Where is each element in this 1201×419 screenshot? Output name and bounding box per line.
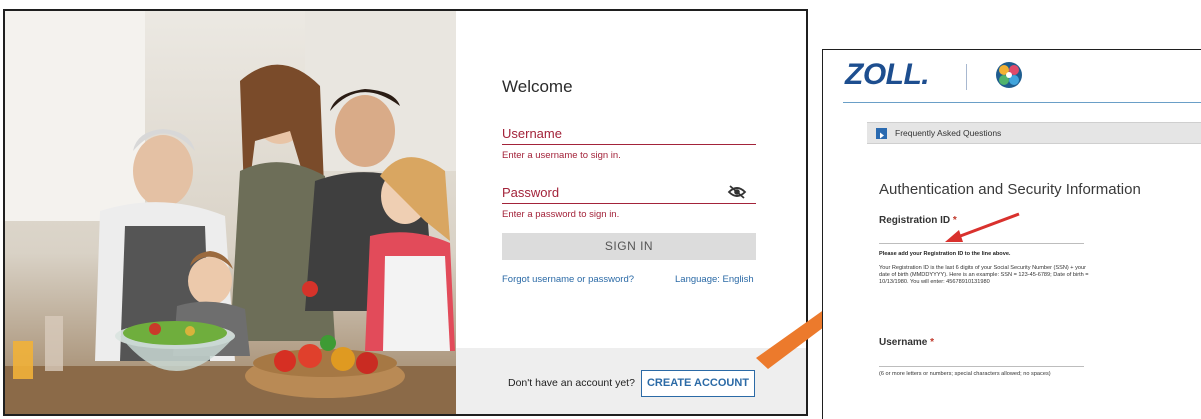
username-field[interactable]: Username <box>502 126 562 141</box>
language-link[interactable]: Language: English <box>675 274 754 285</box>
username-underline <box>502 144 756 145</box>
globe-logo-icon <box>994 60 1024 90</box>
faq-label[interactable]: Frequently Asked Questions <box>895 128 1001 138</box>
family-cooking-photo <box>5 11 456 414</box>
red-arrow <box>941 208 1026 248</box>
expand-icon[interactable] <box>876 128 887 139</box>
forgot-credentials-link[interactable]: Forgot username or password? <box>502 274 634 285</box>
username-help: (6 or more letters or numbers; special c… <box>879 371 1051 377</box>
zoll-logo: ZOLL. <box>845 58 930 91</box>
sign-in-button[interactable]: SIGN IN <box>502 233 756 260</box>
username-input[interactable] <box>879 366 1084 367</box>
registration-id-input[interactable] <box>879 243 1084 244</box>
footer-prompt: Don't have an account yet? <box>508 377 635 389</box>
username-label: Username * <box>879 337 935 348</box>
registration-id-note: Please add your Registration ID to the l… <box>879 251 1011 257</box>
create-account-button[interactable]: CREATE ACCOUNT <box>641 370 755 397</box>
faq-accordion[interactable]: Frequently Asked Questions <box>867 122 1201 144</box>
registration-screen: ZOLL. Frequently Asked Questions Authent… <box>822 49 1201 419</box>
username-error: Enter a username to sign in. <box>502 150 621 161</box>
welcome-heading: Welcome <box>502 77 573 96</box>
eye-slash-icon[interactable] <box>727 184 747 200</box>
registration-id-help: Your Registration ID is the last 6 digit… <box>879 265 1089 286</box>
header-divider <box>843 102 1201 103</box>
password-error: Enter a password to sign in. <box>502 209 620 220</box>
login-screen: Welcome Username Enter a username to sig… <box>3 9 808 416</box>
password-field[interactable]: Password <box>502 185 559 200</box>
page-title: Authentication and Security Information <box>879 181 1141 198</box>
logo-divider <box>966 64 967 90</box>
password-underline <box>502 203 756 204</box>
